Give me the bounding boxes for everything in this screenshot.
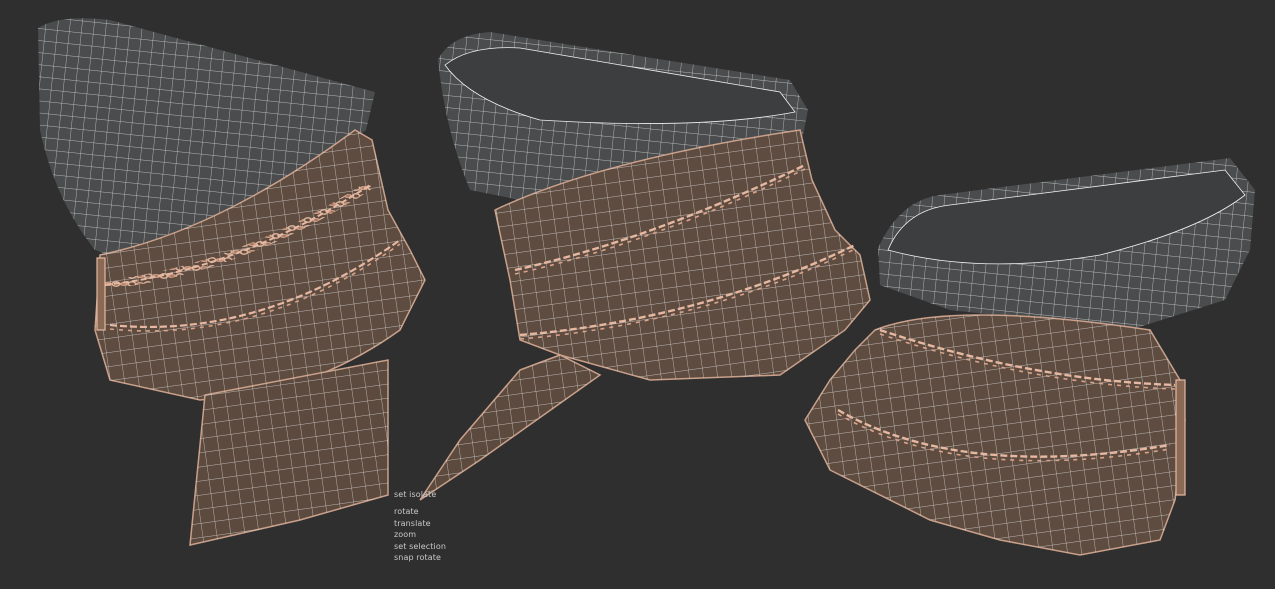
3d-viewport[interactable]: set isolate rotate translate zoom set se… (0, 0, 1275, 589)
scene-canvas[interactable] (0, 0, 1275, 589)
hint-title: set isolate (394, 490, 437, 499)
hint-rotate: rotate (394, 507, 419, 517)
buckle (1175, 379, 1186, 496)
hint-set-selection: set selection (394, 541, 447, 551)
hint-translate: translate (394, 518, 431, 528)
buckle (96, 257, 106, 331)
gauntlet-side-view[interactable] (38, 18, 426, 546)
hint-zoom: zoom (394, 530, 417, 540)
viewport-controls-hint: set isolate rotate translate zoom set se… (394, 489, 446, 563)
hint-snap-rotate: snap rotate (394, 553, 441, 563)
gauntlet-angled-view[interactable] (419, 32, 871, 501)
gauntlet-top-view[interactable] (804, 158, 1255, 556)
